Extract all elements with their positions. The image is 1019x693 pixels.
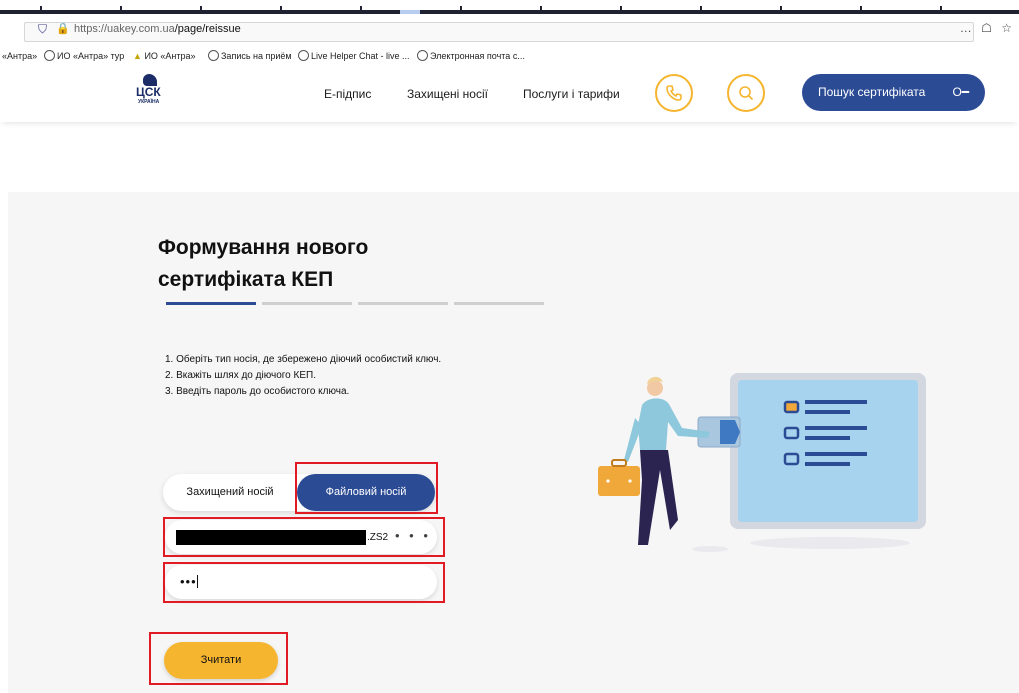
step-indicator-4 (454, 302, 544, 305)
logo-text: ЦСК (136, 85, 161, 99)
site-header: ЦСК УКРАЇНА Е-підпис Захищені носії Посл… (0, 66, 1019, 122)
search-icon (739, 86, 754, 101)
highlight-box (163, 562, 445, 603)
tab-separator (620, 6, 622, 14)
tab-separator (940, 6, 942, 14)
logo-subtitle: УКРАЇНА (138, 99, 160, 105)
tab-separator (280, 6, 282, 14)
more-icon[interactable]: … (960, 21, 975, 35)
step-indicator-3 (358, 302, 448, 305)
tab-separator (360, 6, 362, 14)
tab-separator (460, 6, 462, 14)
phone-icon (666, 85, 682, 101)
highlight-box (163, 517, 445, 557)
key-icon: O━ (952, 85, 969, 99)
certificate-search-label: Пошук сертифіката (818, 85, 926, 99)
tab-separator (120, 6, 122, 14)
instruction-step: 1. Оберіть тип носія, де збережено діючи… (165, 354, 442, 365)
secure-media-option[interactable]: Захищений носій (163, 474, 297, 511)
phone-button[interactable] (655, 74, 693, 112)
url-bar-actions: … ☖ ☆ (960, 21, 1015, 35)
globe-icon (44, 50, 55, 61)
illustration (598, 373, 926, 552)
highlight-box (295, 462, 438, 514)
pocket-icon[interactable]: ☖ (981, 21, 995, 35)
instruction-step: 3. Введіть пароль до особистого ключа. (165, 386, 350, 397)
site-logo[interactable]: ЦСК УКРАЇНА (134, 74, 168, 108)
instructions: 1. Оберіть тип носія, де збережено діючи… (165, 352, 441, 400)
page-title: Формування нового сертифіката КЕП (158, 236, 369, 291)
tab-bar (0, 10, 1019, 14)
search-button[interactable] (727, 74, 765, 112)
bookmarks-toolbar: «Антра» ИО «Антра» тур ▲ ИО «Антра» Запи… (0, 46, 1019, 66)
tab-separator (40, 6, 42, 14)
certificate-search-button[interactable]: Пошук сертифіката O━ (802, 74, 985, 111)
globe-icon (298, 50, 309, 61)
instruction-step: 2. Вкажіть шлях до діючого КЕП. (165, 370, 316, 381)
tab-separator (860, 6, 862, 14)
globe-icon (417, 50, 428, 61)
tab-separator (700, 6, 702, 14)
highlight-box (149, 632, 288, 685)
nav-services-tariffs[interactable]: Послуги і тарифи (523, 87, 620, 101)
step-indicator-1 (166, 302, 256, 305)
active-tab-indicator[interactable] (400, 10, 420, 14)
bookmark-item[interactable]: ▲ ИО «Антра» (133, 50, 196, 62)
lock-icon[interactable]: 🔒 (56, 22, 70, 36)
bookmark-item[interactable]: Live Helper Chat - live ... (298, 50, 410, 62)
address-text[interactable]: https://uakey.com.ua/page/reissue (74, 22, 241, 36)
bookmark-item[interactable]: Электронная почта с... (417, 50, 525, 62)
globe-icon (208, 50, 219, 61)
tracking-shield-icon[interactable]: ⛉ (38, 22, 47, 36)
nav-secure-media[interactable]: Захищені носії (407, 87, 488, 101)
tab-separator (780, 6, 782, 14)
warning-triangle-icon: ▲ (133, 51, 142, 61)
bookmark-item[interactable]: ИО «Антра» тур (44, 50, 124, 62)
step-indicator-2 (262, 302, 352, 305)
tab-separator (540, 6, 542, 14)
star-icon[interactable]: ☆ (1001, 21, 1015, 35)
browser-tab-strip (0, 0, 1019, 16)
nav-e-signature[interactable]: Е-підпис (324, 87, 371, 101)
bookmark-item[interactable]: Запись на приём (208, 50, 292, 62)
bookmark-item[interactable]: «Антра» (2, 50, 37, 62)
tab-separator (200, 6, 202, 14)
